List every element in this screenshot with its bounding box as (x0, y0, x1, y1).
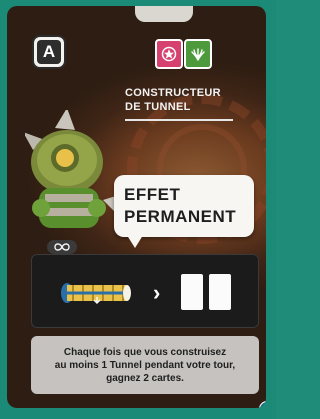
card-letter: A (37, 40, 61, 64)
arrow-right-icon: › (153, 280, 161, 305)
card-icon (209, 274, 231, 310)
title-underline (125, 119, 233, 121)
description-line-3: gagnez 2 cartes. (106, 372, 184, 384)
card-top-tab (135, 6, 193, 22)
card-icon (181, 274, 203, 310)
effect-panel: › (31, 254, 259, 328)
effect-type-line-2: PERMANENT (124, 207, 237, 226)
card-corner-mark: 1 (259, 401, 266, 408)
description-line-2: au moins 1 Tunnel pendant votre tour, (54, 359, 236, 371)
description-line-1: Chaque fois que vous construisez (63, 346, 227, 358)
bubble-tail (125, 232, 145, 248)
infinity-icon (47, 240, 77, 254)
card-title: CONSTRUCTEUR DE TUNNEL (125, 86, 235, 126)
card-letter-badge: A (34, 37, 64, 67)
effect-description: Chaque fois que vous construisez au moin… (31, 336, 259, 394)
leaf-tag-icon (184, 39, 212, 69)
effect-type-line-1: EFFET (124, 185, 181, 204)
star-tag-icon (155, 39, 183, 69)
effect-type-label: EFFET PERMANENT (124, 184, 236, 228)
effect-type-bubble: EFFET PERMANENT (114, 175, 254, 237)
game-card[interactable]: A CONSTRUCTEUR DE TUNNEL EFFET PERMANENT… (7, 6, 266, 408)
card-title-line-2: DE TUNNEL (125, 101, 191, 113)
card-title-line-1: CONSTRUCTEUR (125, 87, 221, 99)
tunnel-icon (61, 283, 131, 304)
